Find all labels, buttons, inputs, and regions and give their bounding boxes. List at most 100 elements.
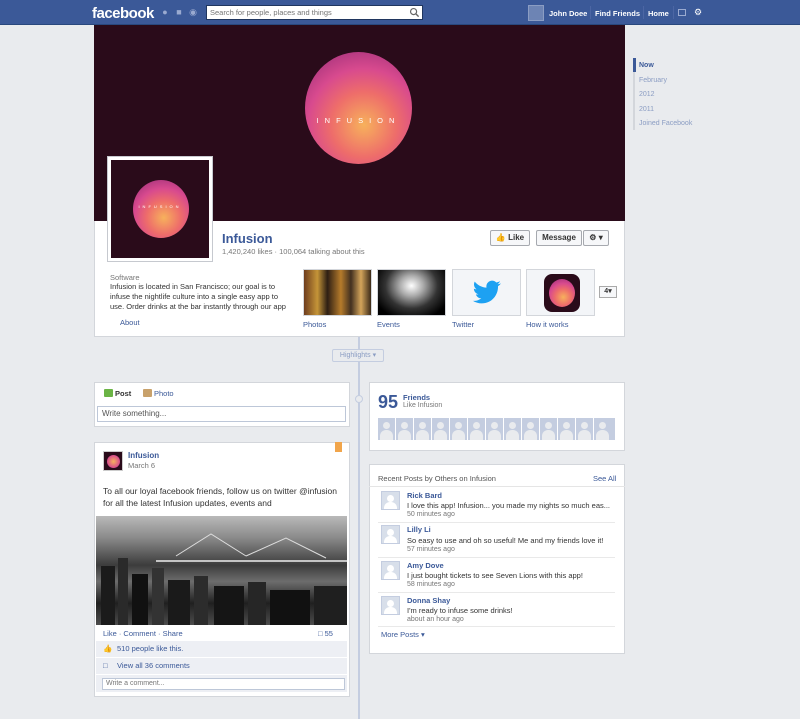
message-button[interactable]: Message (536, 230, 582, 246)
about-text: Infusion is located in San Francisco; ou… (110, 282, 286, 311)
friends-count[interactable]: 95 (378, 392, 398, 413)
recent-post-avatar[interactable] (381, 561, 400, 580)
photos-app-thumb[interactable] (303, 269, 372, 316)
friend-thumb[interactable] (486, 418, 503, 440)
notifications-icon[interactable]: ◉ (188, 7, 198, 17)
how-it-works-app-label[interactable]: How it works (526, 320, 569, 329)
recent-post-text[interactable]: I just bought tickets to see Seven Lions… (407, 571, 617, 580)
search-icon[interactable] (409, 7, 420, 18)
timeline-nav-now[interactable]: Now (639, 62, 654, 69)
post-actions[interactable]: Like · Comment · Share (103, 629, 183, 638)
friend-requests-icon[interactable]: ● (160, 7, 170, 17)
post-author-avatar[interactable] (103, 451, 123, 471)
photos-app-label[interactable]: Photos (303, 320, 326, 329)
timeline-nav-february[interactable]: February (639, 77, 667, 84)
find-friends-link[interactable]: Find Friends (595, 9, 640, 18)
thumbs-up-icon: 👍 (495, 233, 506, 242)
timeline-nav-2012[interactable]: 2012 (639, 91, 655, 98)
how-it-works-app-thumb[interactable] (526, 269, 595, 316)
privacy-shortcuts-icon[interactable] (678, 9, 686, 16)
recent-post-avatar[interactable] (381, 596, 400, 615)
recent-post-author[interactable]: Amy Dove (407, 561, 444, 570)
like-button[interactable]: 👍 Like (490, 230, 530, 246)
recent-post-time[interactable]: 57 minutes ago (407, 546, 455, 553)
search-box[interactable] (206, 5, 423, 20)
divider (369, 486, 625, 487)
twitter-app-thumb[interactable] (452, 269, 521, 316)
friend-thumb[interactable] (540, 418, 557, 440)
gear-icon: ⚙ (589, 233, 597, 242)
profile-wordmark: INFUSION (138, 204, 182, 209)
more-posts-link[interactable]: More Posts ▾ (381, 630, 425, 639)
recent-post-author[interactable]: Donna Shay (407, 596, 450, 605)
profile-picture[interactable]: INFUSION (107, 156, 213, 262)
friend-thumbnails (378, 418, 615, 440)
facebook-logo[interactable]: facebook (92, 5, 154, 22)
composer-input[interactable]: Write something... (97, 406, 346, 422)
comment-input[interactable]: Write a comment... (102, 678, 345, 690)
recent-post-author[interactable]: Rick Bard (407, 491, 442, 500)
nav-divider (590, 6, 591, 19)
comment-count[interactable]: □ 55 (318, 629, 333, 638)
more-posts-label: More Posts (381, 630, 419, 639)
friend-thumb[interactable] (378, 418, 395, 440)
friend-thumb[interactable] (468, 418, 485, 440)
friend-thumb[interactable] (576, 418, 593, 440)
highlights-dropdown[interactable]: Highlights ▾ (332, 349, 384, 362)
timeline-nav-joined[interactable]: Joined Facebook (639, 120, 692, 127)
cover-wordmark: INFUSION (316, 116, 401, 125)
view-comments-row[interactable]: □ View all 36 comments (96, 658, 347, 674)
recent-post-text[interactable]: I love this app! Infusion... you made my… (407, 501, 617, 510)
recent-post-time[interactable]: 58 minutes ago (407, 581, 455, 588)
search-input[interactable] (207, 6, 402, 19)
friends-label[interactable]: Friends (403, 393, 430, 402)
recent-post-avatar[interactable] (381, 525, 400, 544)
friend-thumb[interactable] (504, 418, 521, 440)
twitter-app-label[interactable]: Twitter (452, 320, 474, 329)
post-photo[interactable] (96, 516, 347, 625)
friend-thumb[interactable] (414, 418, 431, 440)
divider (378, 522, 615, 523)
divider (378, 626, 615, 627)
camera-icon (143, 389, 152, 397)
like-button-label: Like (508, 233, 525, 242)
friend-thumb[interactable] (450, 418, 467, 440)
user-name-link[interactable]: John Doee (549, 9, 587, 18)
recent-post-text[interactable]: I'm ready to infuse some drinks! (407, 606, 617, 615)
friend-thumb[interactable] (558, 418, 575, 440)
events-app-label[interactable]: Events (377, 320, 400, 329)
friend-thumb[interactable] (432, 418, 449, 440)
see-all-link[interactable]: See All (593, 474, 616, 483)
timeline-nav-2011[interactable]: 2011 (639, 106, 654, 113)
timeline-dot (355, 395, 363, 403)
friend-thumb[interactable] (594, 418, 615, 440)
friend-thumb[interactable] (522, 418, 539, 440)
nav-divider (673, 6, 674, 19)
gear-icon[interactable]: ⚙ (694, 7, 702, 18)
bookmark-icon[interactable] (335, 442, 342, 452)
composer-tab-photo-label: Photo (154, 389, 174, 398)
composer-tab-post[interactable]: Post (104, 389, 131, 398)
post-date[interactable]: March 6 (128, 461, 155, 470)
timeline-nav-active-marker (633, 58, 636, 72)
recent-post-time[interactable]: about an hour ago (407, 616, 464, 623)
recent-post-text[interactable]: So easy to use and oh so useful! Me and … (407, 536, 617, 545)
recent-post-time[interactable]: 50 minutes ago (407, 511, 455, 518)
recent-post-avatar[interactable] (381, 491, 400, 510)
recent-post-author[interactable]: Lilly Li (407, 525, 431, 534)
thumbs-up-icon: 👍 (103, 644, 113, 653)
profile-orb-graphic (133, 180, 189, 238)
page-title[interactable]: Infusion (222, 231, 273, 246)
user-avatar[interactable] (528, 5, 544, 21)
more-apps-dropdown[interactable]: 4▾ (599, 286, 617, 298)
post-author-name[interactable]: Infusion (128, 451, 159, 460)
messages-icon[interactable]: ■ (174, 7, 184, 17)
friend-thumb[interactable] (396, 418, 413, 440)
post-likes-row[interactable]: 👍 510 people like this. (96, 641, 347, 657)
friends-sublabel: Like Infusion (403, 402, 443, 409)
home-link[interactable]: Home (648, 9, 669, 18)
about-link[interactable]: About (120, 318, 140, 327)
composer-tab-photo[interactable]: Photo (143, 389, 174, 398)
events-app-thumb[interactable] (377, 269, 446, 316)
page-options-button[interactable]: ⚙ ▾ (583, 230, 609, 246)
